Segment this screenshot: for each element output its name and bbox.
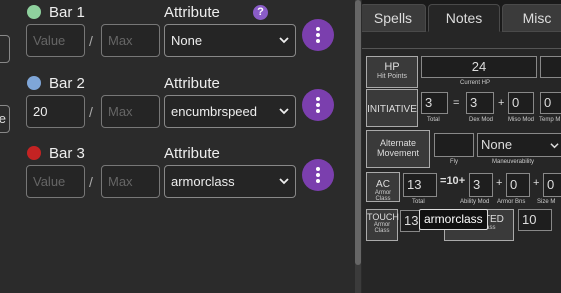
plus-sign: + (496, 177, 503, 189)
ac-label-box: AC Armor Class (366, 172, 400, 202)
current-hp-label: Current HP (460, 80, 491, 86)
alternate-movement-line1: Alternate (379, 138, 417, 148)
edge-button[interactable]: e (0, 105, 10, 133)
bar-3-attribute-select[interactable]: armorclass (164, 165, 296, 198)
kebab-icon-dot (316, 179, 320, 183)
maneuverability-select[interactable]: None (477, 133, 561, 157)
tab-misc[interactable]: Misc (502, 4, 561, 32)
ac-armor-label: Armor Bns (497, 199, 526, 205)
bar-2-max-input[interactable]: Max (101, 95, 160, 128)
tab-spells[interactable]: Spells (362, 4, 426, 32)
bar-3-color-dot[interactable] (27, 146, 41, 160)
bar-2-attribute-select[interactable]: encumbrspeed (164, 95, 296, 128)
bar-1-max-input[interactable]: Max (101, 24, 160, 57)
touch-label-box: TOUCH Armor Class (366, 209, 399, 241)
token-bars-panel: e Bar 1 Attribute ? Value / Max None Bar… (0, 0, 355, 293)
touch-ac-field[interactable]: 13 (400, 210, 420, 232)
bar-2-attribute-label: Attribute (164, 75, 220, 92)
bar-2-more-button[interactable] (302, 89, 334, 121)
scrollbar-thumb[interactable] (355, 0, 361, 265)
plus-sign: + (498, 97, 505, 109)
fly-label: Fly (450, 159, 458, 165)
initiative-dex-field[interactable]: 3 (466, 92, 494, 114)
bar-3-slash: / (89, 174, 93, 190)
initiative-label-box: INITIATIVE (366, 89, 418, 127)
ac-ability-field[interactable]: 3 (469, 173, 493, 197)
chevron-down-icon (279, 108, 289, 115)
help-icon[interactable]: ? (253, 5, 268, 20)
bar-2-attribute-value: encumbrspeed (171, 104, 257, 119)
initiative-total-label: Total (427, 117, 440, 123)
touch-label: TOUCH (367, 212, 399, 222)
ac-total-label: Total (412, 199, 425, 205)
character-sheet: Spells Notes Misc HP Hit Points 24 Curre… (362, 0, 561, 293)
bar-1-color-dot[interactable] (27, 5, 41, 19)
current-hp-field[interactable]: 24 (421, 56, 537, 78)
maneuverability-label: Maneuverability (492, 159, 535, 165)
ac-base-value: 10 (446, 175, 459, 187)
hp-sublabel: Hit Points (377, 73, 407, 80)
bar-1-more-button[interactable] (302, 19, 334, 51)
kebab-icon-dot (316, 33, 320, 37)
fly-speed-field[interactable] (434, 133, 474, 157)
bar-2-color-dot[interactable] (27, 76, 41, 90)
edge-button-label: e (0, 111, 6, 126)
hp-label-box: HP Hit Points (366, 56, 418, 88)
max-hp-field[interactable] (540, 56, 561, 78)
bar-3-more-button[interactable] (302, 159, 334, 191)
ac-base: =10+ (440, 175, 466, 187)
initiative-dex-label: Dex Mod (469, 117, 494, 123)
bar-1-attribute-label: Attribute (164, 4, 220, 21)
bar-1-slash: / (89, 33, 93, 49)
ac-armor-field[interactable]: 0 (506, 173, 530, 197)
ac-sublabel: Armor Class (374, 190, 392, 202)
initiative-misc-field[interactable]: 0 (508, 92, 534, 114)
tab-notes[interactable]: Notes (428, 4, 500, 32)
bar-3-max-input[interactable]: Max (101, 165, 160, 198)
flat-footed-ac-field[interactable]: 10 (518, 209, 552, 231)
attribute-tooltip: armorclass (419, 209, 488, 230)
kebab-icon-dot (316, 109, 320, 113)
bar-1-attribute-value: None (171, 33, 203, 48)
initiative-temp-field[interactable]: 0 (540, 92, 561, 114)
bar-1-attribute-select[interactable]: None (164, 24, 296, 57)
ac-label: AC (376, 179, 390, 190)
bar-3-attribute-value: armorclass (171, 174, 235, 189)
plus-sign: + (533, 177, 540, 189)
kebab-icon (316, 97, 320, 101)
bar-3-attribute-label: Attribute (164, 145, 220, 162)
ac-size-label: Size M (537, 199, 556, 205)
bar-1-value-input[interactable]: Value (26, 24, 85, 57)
maneuverability-value: None (481, 137, 513, 152)
initiative-label: INITIATIVE (367, 104, 417, 115)
kebab-icon (316, 167, 320, 171)
initiative-total-field[interactable]: 3 (421, 92, 448, 114)
bar-2-value-input[interactable]: 20 (26, 95, 85, 128)
chevron-down-icon (279, 178, 289, 185)
ac-size-field[interactable]: 0 (543, 173, 561, 197)
ac-ability-label: Ability Mod (460, 199, 490, 205)
ac-total-field[interactable]: 13 (403, 173, 437, 197)
hp-label: HP (384, 61, 400, 73)
alternate-movement-line2: Movement (376, 148, 420, 158)
bar-3-label: Bar 3 (49, 145, 85, 162)
bar-2-slash: / (89, 104, 93, 120)
bar-2-label: Bar 2 (49, 75, 85, 92)
touch-sublabel-2: Class (374, 228, 390, 234)
chevron-down-icon (550, 143, 559, 149)
kebab-icon-dot (316, 173, 320, 177)
kebab-icon-dot (316, 39, 320, 43)
kebab-icon (316, 27, 320, 31)
collapsed-edge-button[interactable] (0, 35, 10, 63)
bar-1-label: Bar 1 (49, 4, 85, 21)
equals-sign: = (453, 97, 460, 109)
bar-3-value-input[interactable]: Value (26, 165, 85, 198)
initiative-temp-label: Temp M (539, 117, 561, 123)
alternate-movement-label-box: Alternate Movement (366, 130, 430, 168)
initiative-misc-label: Miso Mod (508, 117, 535, 123)
kebab-icon-dot (316, 103, 320, 107)
divider (362, 48, 561, 49)
chevron-down-icon (279, 37, 289, 44)
